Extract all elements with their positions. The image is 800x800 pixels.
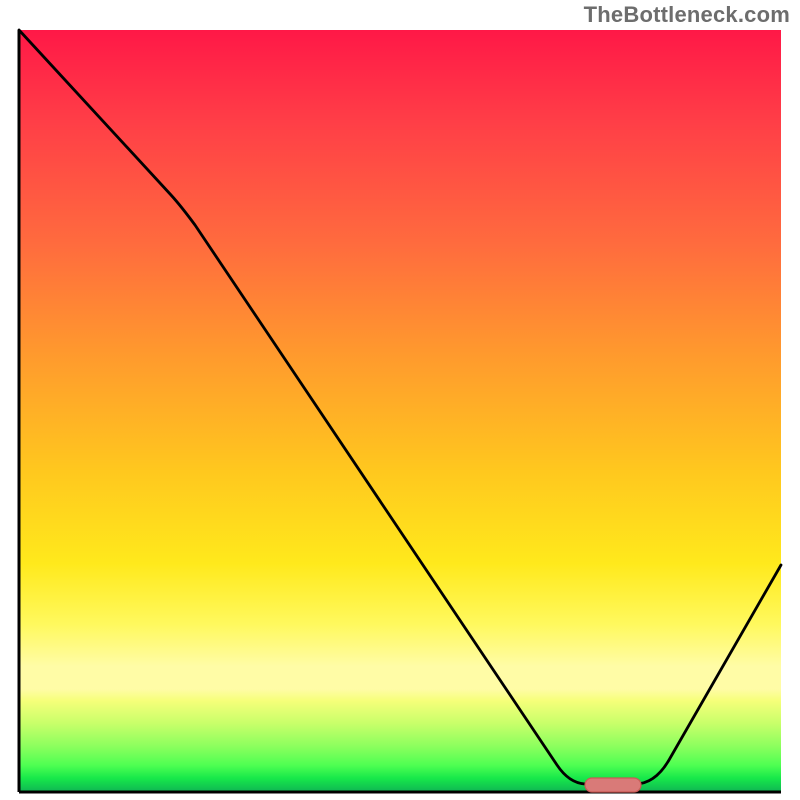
bottleneck-curve	[19, 30, 781, 784]
optimal-marker	[585, 778, 641, 792]
chart-svg	[19, 30, 781, 792]
bottleneck-chart	[19, 30, 781, 792]
watermark-label: TheBottleneck.com	[584, 2, 790, 28]
